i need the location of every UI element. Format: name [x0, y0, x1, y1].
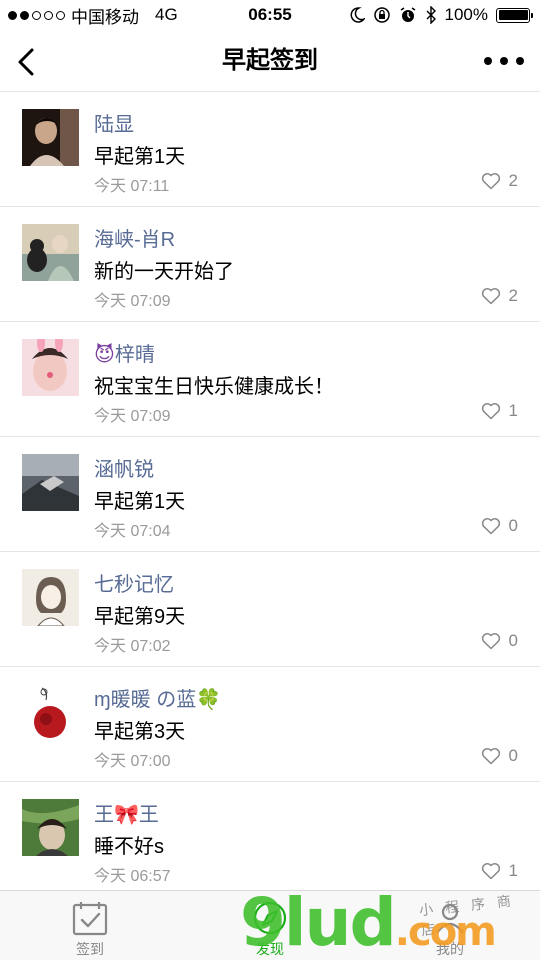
like-count: 0: [508, 631, 518, 650]
nickname[interactable]: 😈梓晴: [94, 338, 155, 367]
feed-item[interactable]: 陆显 早起第1天 今天 07:11 2: [0, 92, 540, 207]
more-dot: [500, 57, 508, 65]
tab-bar: 签到 发现 我的: [0, 890, 540, 960]
status-bar: 中国移动 4G 06:55 100%: [0, 0, 540, 30]
tab-discover[interactable]: 发现: [210, 891, 330, 960]
like-button[interactable]: 0: [481, 631, 518, 651]
feed-item[interactable]: 海峡-肖R 新的一天开始了 今天 07:09 2: [0, 207, 540, 322]
nickname[interactable]: 王🎀王: [94, 798, 159, 827]
like-count: 0: [508, 746, 518, 765]
feed-item[interactable]: 涵帆锐 早起第1天 今天 07:04 0: [0, 437, 540, 552]
more-button[interactable]: [484, 46, 524, 76]
checkin-time: 今天 07:09: [94, 293, 171, 310]
status-right: 100%: [349, 0, 533, 30]
nickname[interactable]: ɱ暖暖 の蓝🍀: [94, 683, 221, 712]
heart-icon: [481, 173, 500, 190]
tab-checkin-label: 签到: [76, 941, 104, 957]
checkin-feed: 陆显 早起第1天 今天 07:11 2 海峡-肖R 新的一天开始了 今天 07:…: [0, 92, 540, 897]
battery-icon: [496, 7, 533, 23]
nickname[interactable]: 陆显: [94, 108, 134, 137]
like-count: 1: [508, 861, 518, 880]
like-button[interactable]: 2: [481, 171, 518, 191]
like-count: 2: [508, 286, 518, 305]
checkin-message: 早起第1天: [94, 491, 186, 513]
tab-mine[interactable]: 我的: [390, 891, 510, 960]
devil-emoji: 😈: [94, 344, 115, 366]
heart-icon: [481, 863, 500, 880]
like-button[interactable]: 0: [481, 516, 518, 536]
moon-icon: [350, 7, 365, 23]
like-button[interactable]: 1: [481, 401, 518, 421]
avatar[interactable]: [22, 109, 79, 166]
heart-icon: [481, 403, 500, 420]
like-count: 0: [508, 516, 518, 535]
more-dot: [484, 57, 492, 65]
nav-bar: 早起签到: [0, 30, 540, 92]
feed-item[interactable]: ɱ暖暖 の蓝🍀 早起第3天 今天 07:00 0: [0, 667, 540, 782]
heart-icon: [481, 288, 500, 305]
checkin-time: 今天 07:02: [94, 638, 171, 655]
heart-icon: [481, 748, 500, 765]
avatar[interactable]: [22, 684, 79, 741]
checkin-time: 今天 06:57: [94, 868, 171, 885]
nickname-text: ɱ暖暖 の蓝: [94, 689, 197, 711]
compass-icon: [253, 901, 287, 935]
rotation-lock-icon: [373, 7, 390, 23]
alarm-icon: [400, 7, 415, 22]
like-button[interactable]: 0: [481, 746, 518, 766]
nickname[interactable]: 涵帆锐: [94, 453, 154, 482]
checkin-message: 早起第9天: [94, 606, 186, 628]
tab-discover-label: 发现: [256, 941, 284, 957]
checkin-time: 今天 07:04: [94, 523, 171, 540]
heart-icon: [481, 633, 500, 650]
like-button[interactable]: 1: [481, 861, 518, 881]
tab-mine-label: 我的: [436, 941, 464, 957]
like-button[interactable]: 2: [481, 286, 518, 306]
checkin-message: 早起第3天: [94, 721, 186, 743]
feed-item[interactable]: 王🎀王 睡不好s 今天 06:57 1: [0, 782, 540, 897]
avatar[interactable]: [22, 339, 79, 396]
nickname[interactable]: 海峡-肖R: [94, 223, 175, 252]
person-icon: [436, 903, 464, 934]
calendar-check-icon: [72, 902, 108, 936]
checkin-time: 今天 07:00: [94, 753, 171, 770]
avatar[interactable]: [22, 224, 79, 281]
avatar[interactable]: [22, 799, 79, 856]
bluetooth-icon: [426, 6, 436, 24]
checkin-message: 早起第1天: [94, 146, 186, 168]
like-count: 1: [508, 401, 518, 420]
checkin-message: 睡不好s: [94, 836, 164, 858]
avatar[interactable]: [22, 454, 79, 511]
feed-item[interactable]: 😈梓晴 祝宝宝生日快乐健康成长！ 今天 07:09 1: [0, 322, 540, 437]
checkin-message: 新的一天开始了: [94, 261, 234, 283]
battery-percent: 100%: [444, 5, 488, 24]
page-title: 早起签到: [222, 47, 318, 74]
nickname-text: 梓晴: [114, 344, 155, 366]
like-count: 2: [508, 171, 518, 190]
heart-icon: [481, 518, 500, 535]
checkin-time: 今天 07:11: [94, 178, 170, 195]
clover-emoji: 🍀: [196, 689, 222, 711]
more-dot: [516, 57, 524, 65]
checkin-time: 今天 07:09: [94, 408, 171, 425]
tab-checkin[interactable]: 签到: [30, 891, 150, 960]
avatar[interactable]: [22, 569, 79, 626]
nickname[interactable]: 七秒记忆: [94, 568, 174, 597]
feed-item[interactable]: 七秒记忆 早起第9天 今天 07:02 0: [0, 552, 540, 667]
checkin-message: 祝宝宝生日快乐健康成长！: [94, 376, 334, 398]
